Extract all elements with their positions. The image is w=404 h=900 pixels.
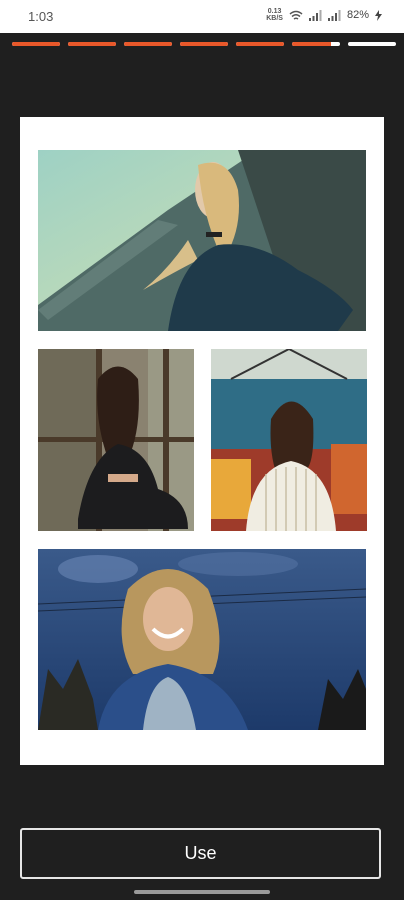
progress-segment xyxy=(348,42,396,46)
photo-woman-at-carnival xyxy=(211,349,367,531)
progress-segment xyxy=(12,42,60,46)
photo-woman-leaning-on-wall xyxy=(38,150,366,331)
progress-segment xyxy=(124,42,172,46)
progress-segment-fill xyxy=(236,42,284,46)
collage-photo[interactable] xyxy=(211,349,367,531)
progress-segment-fill xyxy=(12,42,60,46)
status-time: 1:03 xyxy=(28,9,54,24)
story-progress-bar xyxy=(12,42,396,47)
progress-segment-fill xyxy=(68,42,116,46)
status-icons: 0.13 KB/S 82% xyxy=(266,8,382,22)
wifi-icon xyxy=(289,10,303,20)
signal-icon xyxy=(308,9,322,21)
progress-segment xyxy=(292,42,340,46)
progress-segment xyxy=(236,42,284,46)
progress-segment-fill xyxy=(292,42,332,46)
signal-icon xyxy=(327,9,341,21)
photo-woman-smiling-denim-jacket xyxy=(38,549,366,730)
use-button[interactable]: Use xyxy=(20,828,381,879)
collage-preview xyxy=(20,117,384,765)
collage-photo[interactable] xyxy=(38,549,366,730)
battery-charging-icon xyxy=(375,9,382,21)
network-speed: 0.13 KB/S xyxy=(266,8,283,22)
progress-segment xyxy=(68,42,116,46)
collage-photo[interactable] xyxy=(38,349,194,531)
photo-woman-sitting-by-window xyxy=(38,349,194,531)
collage-photo[interactable] xyxy=(38,150,366,331)
progress-segment-fill xyxy=(124,42,172,46)
battery-percentage: 82% xyxy=(346,9,369,21)
progress-segment-fill xyxy=(180,42,228,46)
status-bar: 1:03 0.13 KB/S 82% xyxy=(0,0,404,33)
home-indicator[interactable] xyxy=(134,890,270,894)
progress-segment xyxy=(180,42,228,46)
